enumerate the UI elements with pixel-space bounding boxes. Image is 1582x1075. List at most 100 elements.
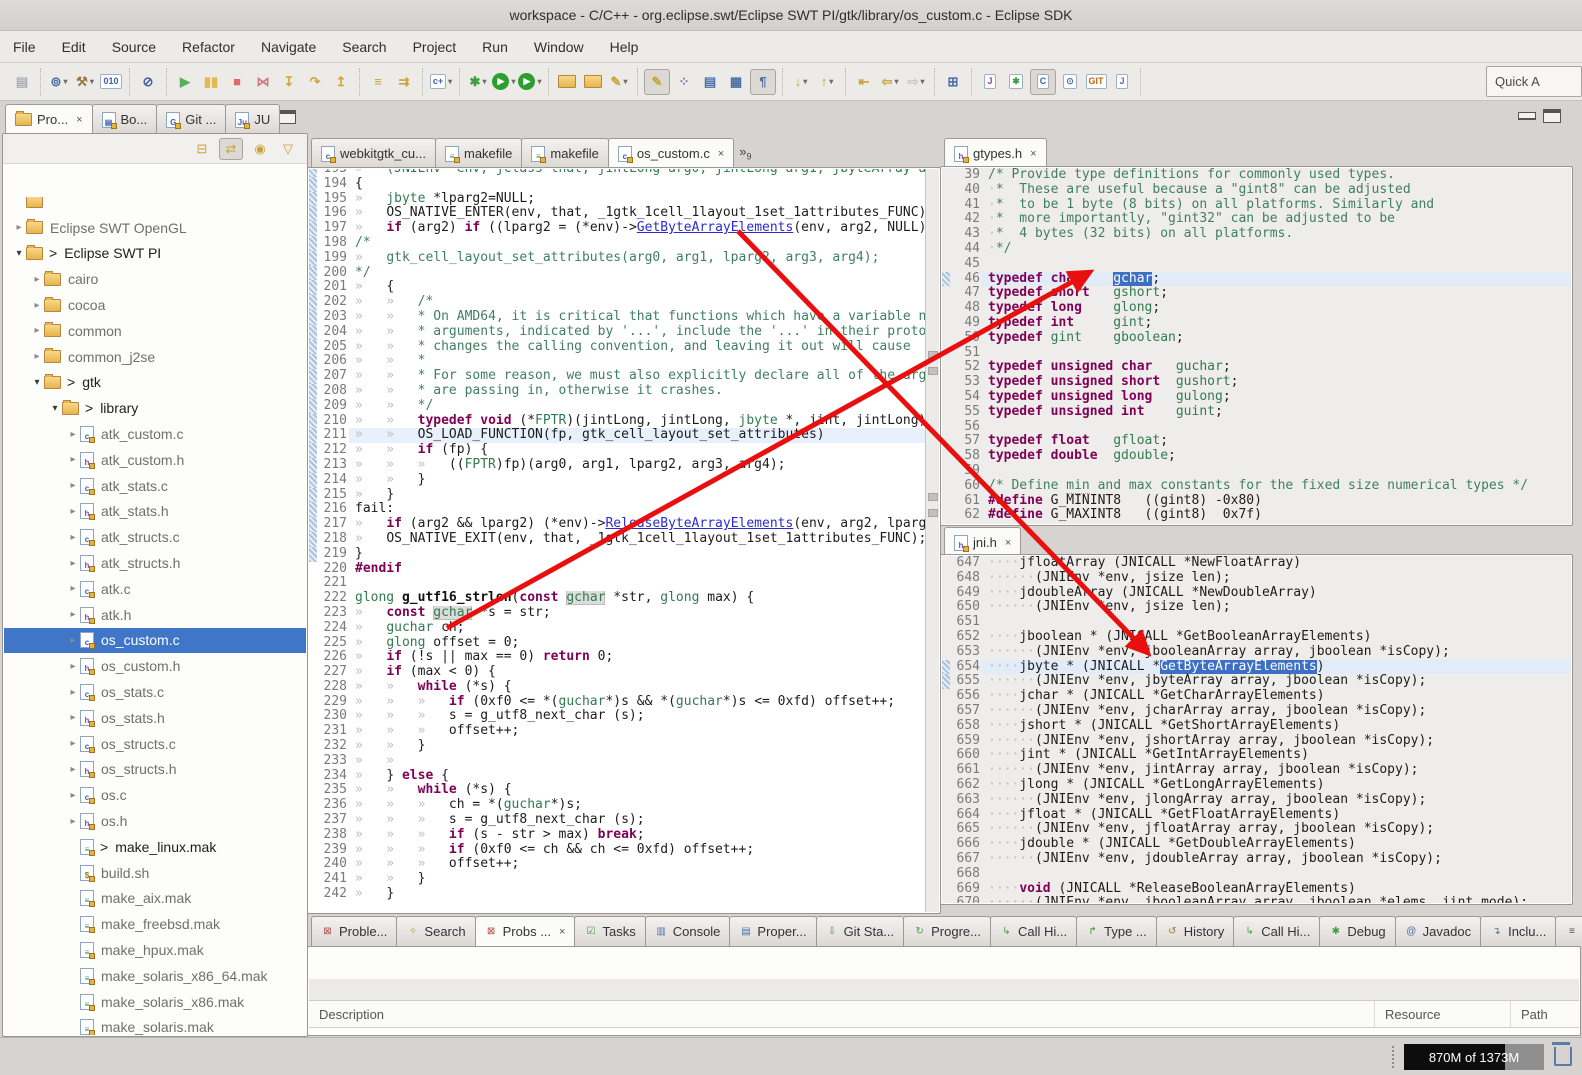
tree-item-make-solaris-x86-64-mak[interactable]: ≡make_solaris_x86_64.mak: [4, 963, 306, 989]
external-tools-icon[interactable]: ✎▾: [607, 70, 631, 94]
pe-maximize-button[interactable]: [278, 110, 296, 124]
profile-icon[interactable]: ▶▾: [518, 70, 542, 94]
suspend-icon[interactable]: ▮▮: [199, 70, 223, 94]
tab-view-type-[interactable]: ↱Type ...: [1076, 916, 1157, 946]
tree-item-atk-custom-c[interactable]: ▸catk_custom.c: [4, 421, 306, 447]
tree-item-common-j2se[interactable]: ▸common_j2se: [4, 344, 306, 370]
code-line-669[interactable]: 669····void (JNICALL *ReleaseBooleanArra…: [942, 882, 1571, 897]
code-line-662[interactable]: 662····jlong * (JNICALL *GetLongArrayEle…: [942, 778, 1571, 793]
code-line-654[interactable]: 654····jbyte * (JNICALL *GetByteArrayEle…: [942, 660, 1571, 675]
maximize-view-button[interactable]: [1543, 109, 1561, 123]
terminate-icon[interactable]: ■: [225, 70, 249, 94]
collapse-all-icon[interactable]: ⊟: [191, 139, 213, 159]
tab-view-call-hi-[interactable]: ↳Call Hi...: [990, 916, 1077, 946]
tab-git-[interactable]: GGit ...: [156, 104, 226, 134]
close-icon[interactable]: ×: [559, 926, 565, 938]
code-line-223[interactable]: 223» const gchar *s = str;: [309, 606, 926, 621]
code-line-228[interactable]: 228» » while (*s) {: [309, 680, 926, 695]
code-line-48[interactable]: 48typedef long glong;: [942, 301, 1571, 316]
column-description[interactable]: Description: [309, 1001, 1375, 1027]
step-over-icon[interactable]: ↷: [303, 70, 327, 94]
code-line-651[interactable]: 651: [942, 615, 1571, 630]
tab-jni-h[interactable]: hjni.h×: [944, 527, 1021, 557]
cpp-perspective-icon[interactable]: C: [1030, 69, 1056, 95]
chevron-right-icon[interactable]: ▸: [66, 687, 80, 698]
code-line-198[interactable]: 198/*: [309, 236, 926, 251]
chevron-right-icon[interactable]: ▸: [66, 558, 80, 569]
focus-task-icon[interactable]: ◉: [249, 139, 271, 159]
tab-makefile[interactable]: ≡makefile: [521, 138, 608, 168]
code-line-218[interactable]: 218» OS_NATIVE_EXIT(env, that, _1gtk_1ce…: [309, 532, 926, 547]
code-line-56[interactable]: 56: [942, 420, 1571, 435]
debug-icon[interactable]: ✱▾: [466, 70, 490, 94]
save-icon[interactable]: ▤: [10, 70, 34, 94]
code-line-47[interactable]: 47typedef short gshort;: [942, 286, 1571, 301]
previous-annotation-icon[interactable]: ↑▾: [815, 70, 839, 94]
gtypes-code-area[interactable]: 39/* Provide type definitions for common…: [942, 168, 1571, 524]
code-line-221[interactable]: 221: [309, 576, 926, 591]
tab-view-tasks[interactable]: ☑Tasks: [574, 916, 645, 946]
linked-edit-icon[interactable]: ▤: [698, 70, 722, 94]
chevron-right-icon[interactable]: ▸: [66, 712, 80, 723]
git-perspective-icon[interactable]: GIT: [1084, 70, 1108, 94]
code-line-229[interactable]: 229» » » if (0xf0 <= *(guchar*)s && *(gu…: [309, 695, 926, 710]
code-line-663[interactable]: 663······(JNIEnv *env, jlongArray array,…: [942, 793, 1571, 808]
tree-item-os-stats-c[interactable]: ▸cos_stats.c: [4, 679, 306, 705]
code-line-215[interactable]: 215» }: [309, 488, 926, 503]
code-line-53[interactable]: 53typedef unsigned short gushort;: [942, 375, 1571, 390]
code-line-207[interactable]: 207» » * For some reason, we must also e…: [309, 369, 926, 384]
code-line-227[interactable]: 227» if (max < 0) {: [309, 665, 926, 680]
build-all-icon[interactable]: ⚒▾: [73, 70, 97, 94]
code-line-49[interactable]: 49typedef int gint;: [942, 316, 1571, 331]
tab-os-custom-c[interactable]: cos_custom.c×: [608, 138, 734, 168]
resume-icon[interactable]: ▶: [173, 70, 197, 94]
tab-view-probs-[interactable]: ⊠Probs ...×: [475, 916, 576, 946]
tree-item-make-hpux-mak[interactable]: ≡make_hpux.mak: [4, 937, 306, 963]
tree-item-library[interactable]: ▾>library: [4, 395, 306, 421]
tab-view-read-[interactable]: ≡READ...: [1555, 916, 1582, 946]
close-icon[interactable]: ×: [1005, 537, 1011, 549]
code-line-656[interactable]: 656····jchar * (JNICALL *GetCharArrayEle…: [942, 689, 1571, 704]
code-line-658[interactable]: 658····jshort * (JNICALL *GetShortArrayE…: [942, 719, 1571, 734]
code-line-46[interactable]: 46typedef char gchar;: [942, 272, 1571, 287]
code-line-60[interactable]: 60/* Define min and max constants for th…: [942, 479, 1571, 494]
close-icon[interactable]: ×: [1030, 148, 1036, 160]
code-line-653[interactable]: 653······(JNIEnv *env, jbooleanArray arr…: [942, 645, 1571, 660]
open-perspective-icon[interactable]: ⊞: [941, 70, 965, 94]
code-line-55[interactable]: 55typedef unsigned int guint;: [942, 405, 1571, 420]
code-line-660[interactable]: 660····jint * (JNICALL *GetIntArrayEleme…: [942, 748, 1571, 763]
editor-overflow-chevron[interactable]: »9: [739, 144, 751, 162]
code-line-202[interactable]: 202» » /*: [309, 295, 926, 310]
code-line-42[interactable]: 42·* more importantly, "gint32" can be a…: [942, 212, 1571, 227]
code-line-205[interactable]: 205» » * changes the calling convention,…: [309, 340, 926, 355]
minimize-view-button[interactable]: [1518, 112, 1536, 120]
tab-view-call-hi-[interactable]: ↳Call Hi...: [1233, 916, 1320, 946]
java-perspective-icon[interactable]: J: [978, 70, 1002, 94]
chevron-right-icon[interactable]: ▸: [66, 429, 80, 440]
tab-gtypes-h[interactable]: hgtypes.h×: [944, 138, 1047, 168]
disconnect-icon[interactable]: ⋈: [251, 70, 275, 94]
tab-view-git-sta-[interactable]: ⇩Git Sta...: [816, 916, 905, 946]
code-line-665[interactable]: 665······(JNIEnv *env, jfloatArray array…: [942, 822, 1571, 837]
view-menu-icon[interactable]: ▽: [277, 139, 299, 159]
step-return-icon[interactable]: ↥: [329, 70, 353, 94]
code-line-667[interactable]: 667······(JNIEnv *env, jdoubleArray arra…: [942, 852, 1571, 867]
chevron-right-icon[interactable]: ▸: [66, 480, 80, 491]
tree-item-make-solaris-x86-mak[interactable]: ≡make_solaris_x86.mak: [4, 989, 306, 1015]
tab-makefile[interactable]: ≡makefile: [435, 138, 522, 168]
code-line-204[interactable]: 204» » * arguments, indicated by '...', …: [309, 325, 926, 340]
tab-webkitgtk-cu-[interactable]: cwebkitgtk_cu...: [311, 138, 436, 168]
code-line-226[interactable]: 226» if (!s || max == 0) return 0;: [309, 650, 926, 665]
code-line-239[interactable]: 239» » » if (0xf0 <= ch && ch <= 0xfd) o…: [309, 843, 926, 858]
customize-dots-icon[interactable]: ⁘: [672, 70, 696, 94]
code-line-40[interactable]: 40·* These are useful because a "gint8" …: [942, 183, 1571, 198]
code-line-222[interactable]: 222glong g_utf16_strlen(const gchar *str…: [309, 591, 926, 606]
code-line-51[interactable]: 51: [942, 346, 1571, 361]
back-icon[interactable]: ⇦▾: [878, 70, 902, 94]
code-line-668[interactable]: 668: [942, 867, 1571, 882]
chevron-right-icon[interactable]: ▸: [66, 454, 80, 465]
code-line-59[interactable]: 59: [942, 464, 1571, 479]
tree-item-cocoa[interactable]: ▸cocoa: [4, 292, 306, 318]
chevron-right-icon[interactable]: ▸: [66, 609, 80, 620]
code-line-61[interactable]: 61#define G_MININT8 ((gint8) -0x80): [942, 494, 1571, 509]
